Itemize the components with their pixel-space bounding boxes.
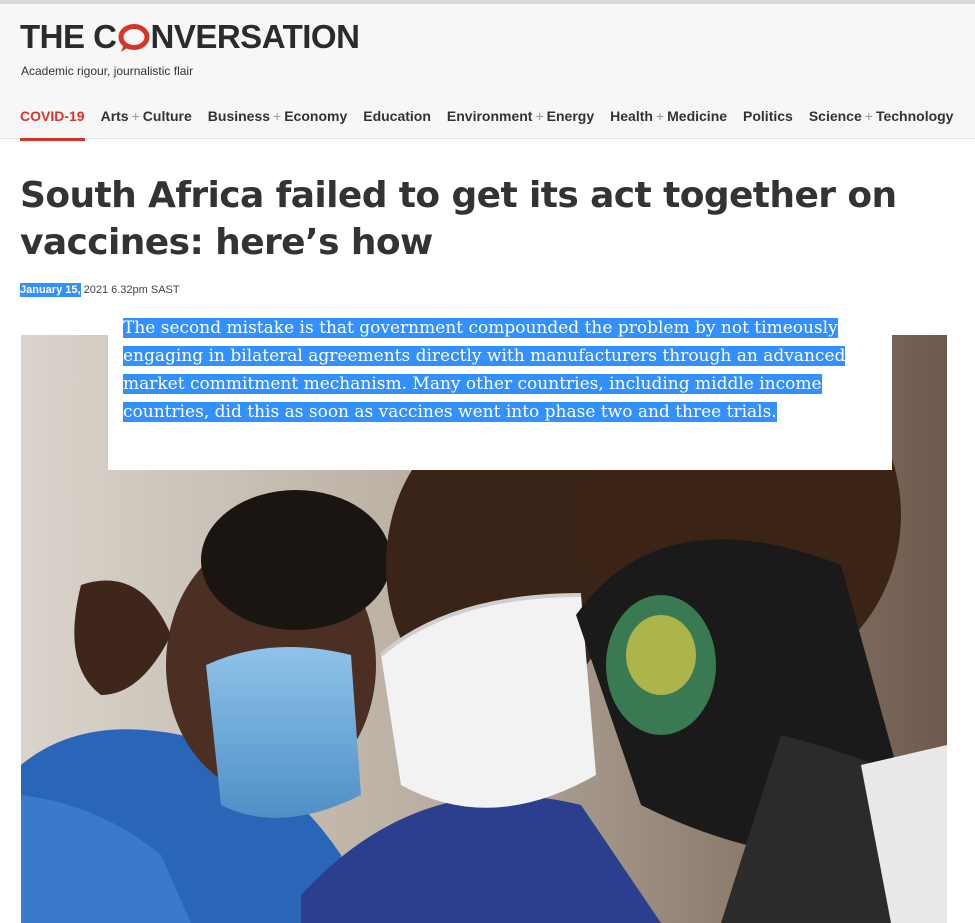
plus-separator: +: [864, 108, 873, 124]
plus-separator: +: [273, 108, 282, 124]
nav-label: Economy: [284, 108, 348, 124]
nav-label: Arts: [100, 108, 129, 124]
nav-item-politics[interactable]: Politics: [743, 108, 793, 142]
plus-separator: +: [131, 108, 140, 124]
nav-label: Technology: [875, 108, 954, 124]
nav-item-education[interactable]: Education: [363, 108, 431, 142]
main-navigation: COVID-19 Arts + Culture Business + Economy E…: [20, 108, 953, 142]
nav-item-environment-energy[interactable]: Environment + Energy: [447, 108, 594, 142]
speech-bubble-o-icon: [118, 23, 150, 53]
site-tagline: Academic rigour, journalistic flair: [21, 64, 194, 78]
logo-text-part1: THE C: [20, 18, 117, 55]
nav-label: Health: [610, 108, 653, 124]
site-logo[interactable]: THE C NVERSATION: [20, 18, 360, 56]
plus-separator: +: [535, 108, 544, 124]
article-time: 2021 6.32pm SAST: [80, 284, 180, 296]
nav-label: Medicine: [667, 108, 728, 124]
article-meta: January 15, 2021 6.32pm SAST: [20, 283, 180, 297]
article-date: January 15,: [20, 283, 81, 297]
nav-label: Business: [207, 108, 271, 124]
nav-item-covid-19[interactable]: COVID-19: [20, 108, 85, 142]
nav-label: Culture: [142, 108, 192, 124]
article-headline: South Africa failed to get its act toget…: [20, 175, 897, 263]
nav-item-science-technology[interactable]: Science + Technology: [809, 108, 954, 142]
site-header: THE C NVERSATION Academic rigour, journa…: [0, 4, 975, 142]
nav-label: Science: [808, 108, 862, 124]
nav-label: Education: [363, 108, 431, 124]
popup-quote[interactable]: The second mistake is that government co…: [123, 314, 883, 426]
logo-text-part2: NVERSATION: [150, 18, 360, 55]
selected-text: The second mistake is that government co…: [123, 318, 846, 422]
nav-label: COVID-19: [20, 108, 85, 124]
nav-item-business-economy[interactable]: Business + Economy: [208, 108, 347, 142]
nav-item-health-medicine[interactable]: Health + Medicine: [610, 108, 727, 142]
plus-separator: +: [655, 108, 665, 124]
nav-label: Environment: [446, 108, 533, 124]
selected-text-popup: The second mistake is that government co…: [108, 309, 892, 470]
nav-item-arts-culture[interactable]: Arts + Culture: [101, 108, 192, 142]
nav-label: Politics: [743, 108, 793, 124]
nav-label: Energy: [546, 108, 595, 124]
